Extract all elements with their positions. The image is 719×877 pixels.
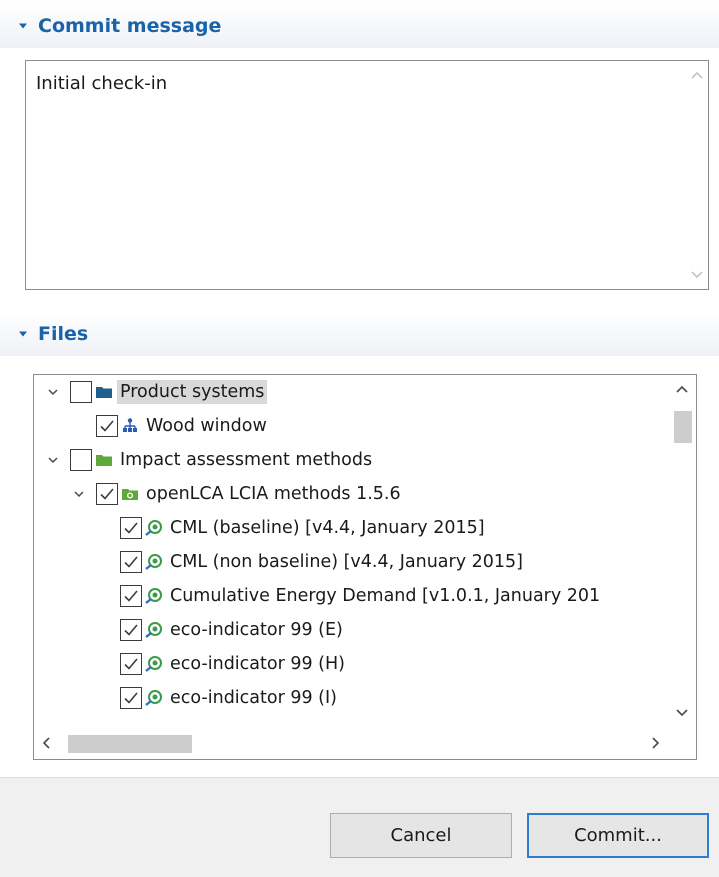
tree-row-label: eco-indicator 99 (E) bbox=[170, 620, 343, 640]
method-folder-icon bbox=[122, 489, 138, 500]
row-checkbox[interactable] bbox=[120, 551, 142, 573]
checkmark-icon bbox=[124, 624, 138, 636]
expander-spacer bbox=[72, 419, 86, 433]
row-checkbox[interactable] bbox=[70, 381, 92, 403]
expander-spacer bbox=[96, 555, 110, 569]
expander-spacer bbox=[96, 657, 110, 671]
chevron-down-icon[interactable] bbox=[46, 385, 60, 399]
tree-row-label: eco-indicator 99 (H) bbox=[170, 654, 345, 674]
row-checkbox[interactable] bbox=[120, 517, 142, 539]
expander-spacer bbox=[96, 691, 110, 705]
cancel-button[interactable]: Cancel bbox=[330, 813, 512, 858]
commit-message-title: Commit message bbox=[38, 15, 222, 37]
tree-row[interactable]: Wood window bbox=[34, 409, 668, 443]
tree-row-label: openLCA LCIA methods 1.5.6 bbox=[146, 484, 401, 504]
tree-row[interactable]: eco-indicator 99 (E) bbox=[34, 613, 668, 647]
impact-method-icon bbox=[145, 554, 162, 570]
commit-message-input[interactable]: Initial check-in bbox=[26, 61, 686, 289]
tree-row[interactable]: openLCA LCIA methods 1.5.6 bbox=[34, 477, 668, 511]
commit-message-section-header[interactable]: Commit message bbox=[0, 4, 719, 48]
tree-row[interactable]: CML (non baseline) [v4.4, January 2015] bbox=[34, 545, 668, 579]
tree-row-label: Cumulative Energy Demand [v1.0.1, Januar… bbox=[170, 586, 601, 606]
row-checkbox[interactable] bbox=[120, 619, 142, 641]
folder-icon bbox=[96, 387, 112, 398]
tree-row-label: eco-indicator 99 (I) bbox=[170, 688, 337, 708]
files-title: Files bbox=[38, 323, 89, 345]
expander-spacer bbox=[96, 521, 110, 535]
row-checkbox[interactable] bbox=[96, 415, 118, 437]
tree-row[interactable]: eco-indicator 99 (I) bbox=[34, 681, 668, 715]
tree-row-label: Product systems bbox=[117, 380, 268, 404]
folder-icon bbox=[96, 455, 112, 466]
impact-method-icon bbox=[145, 588, 162, 604]
files-section-header[interactable]: Files bbox=[0, 312, 719, 356]
horizontal-scroll-thumb[interactable] bbox=[68, 735, 192, 753]
row-checkbox[interactable] bbox=[120, 687, 142, 709]
scroll-left-icon[interactable] bbox=[40, 736, 54, 750]
checkmark-icon bbox=[124, 590, 138, 602]
impact-method-icon bbox=[145, 622, 162, 638]
checkmark-icon bbox=[124, 692, 138, 704]
chevron-down-icon[interactable] bbox=[46, 453, 60, 467]
commit-message-scrollbar[interactable] bbox=[686, 61, 708, 289]
impact-method-icon bbox=[145, 520, 162, 536]
tree-row[interactable]: Product systems bbox=[34, 375, 668, 409]
checkmark-icon bbox=[124, 522, 138, 534]
tree-horizontal-scrollbar[interactable] bbox=[34, 727, 696, 759]
expander-spacer bbox=[96, 589, 110, 603]
tree-row-label: CML (baseline) [v4.4, January 2015] bbox=[170, 518, 485, 538]
scroll-up-icon[interactable] bbox=[690, 69, 704, 83]
row-checkbox[interactable] bbox=[96, 483, 118, 505]
impact-method-icon bbox=[145, 690, 162, 706]
row-checkbox[interactable] bbox=[120, 653, 142, 675]
product-system-icon bbox=[123, 418, 137, 432]
scroll-right-icon[interactable] bbox=[648, 736, 662, 750]
tree-row[interactable]: CML (baseline) [v4.4, January 2015] bbox=[34, 511, 668, 545]
checkmark-icon bbox=[124, 658, 138, 670]
chevron-down-icon bbox=[19, 331, 27, 337]
files-tree[interactable]: Product systems Wood window Impact assessm… bbox=[33, 374, 697, 760]
dialog-button-bar: Cancel Commit... bbox=[0, 777, 719, 877]
tree-row-label: Impact assessment methods bbox=[120, 450, 373, 470]
vertical-scroll-thumb[interactable] bbox=[674, 411, 692, 443]
chevron-down-icon[interactable] bbox=[72, 487, 86, 501]
impact-method-icon bbox=[145, 656, 162, 672]
checkmark-icon bbox=[124, 556, 138, 568]
tree-row[interactable]: eco-indicator 99 (H) bbox=[34, 647, 668, 681]
tree-row-label: Wood window bbox=[146, 416, 267, 436]
row-checkbox[interactable] bbox=[120, 585, 142, 607]
checkmark-icon bbox=[100, 488, 114, 500]
checkmark-icon bbox=[100, 420, 114, 432]
scroll-down-icon[interactable] bbox=[675, 705, 689, 719]
commit-button[interactable]: Commit... bbox=[527, 813, 709, 858]
expander-spacer bbox=[96, 623, 110, 637]
tree-row[interactable]: Impact assessment methods bbox=[34, 443, 668, 477]
scroll-down-icon[interactable] bbox=[690, 267, 704, 281]
scroll-up-icon[interactable] bbox=[675, 383, 689, 397]
tree-row[interactable]: Cumulative Energy Demand [v1.0.1, Januar… bbox=[34, 579, 668, 613]
chevron-down-icon bbox=[19, 23, 27, 29]
files-tree-rows: Product systems Wood window Impact assessm… bbox=[34, 375, 668, 727]
tree-row-label: CML (non baseline) [v4.4, January 2015] bbox=[170, 552, 524, 572]
commit-message-box[interactable]: Initial check-in bbox=[25, 60, 709, 290]
tree-vertical-scrollbar[interactable] bbox=[668, 375, 696, 727]
row-checkbox[interactable] bbox=[70, 449, 92, 471]
